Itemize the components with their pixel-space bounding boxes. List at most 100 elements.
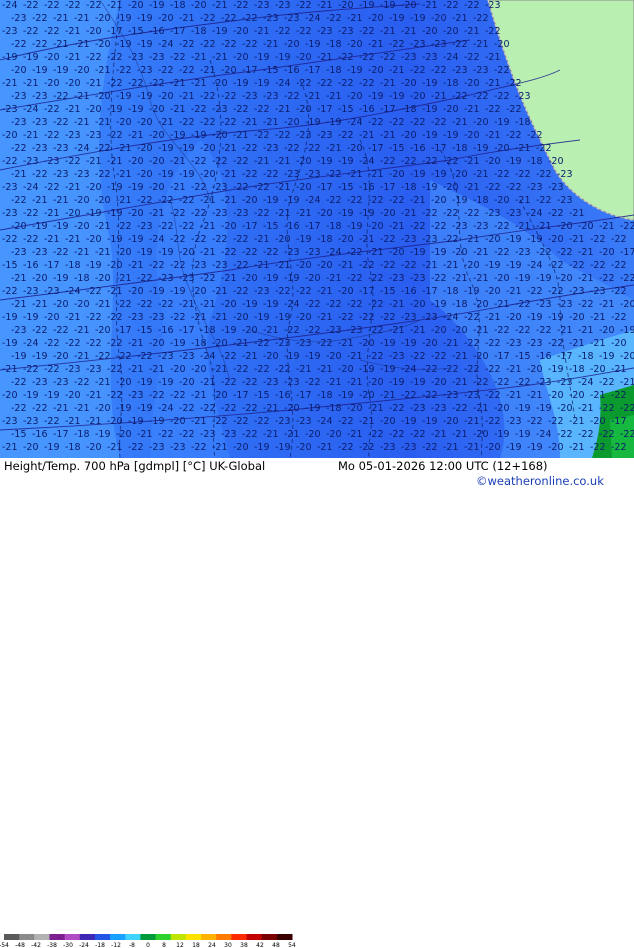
temperature-label: -22 [107, 364, 123, 375]
temperature-label: -23 [11, 247, 27, 258]
temperature-label: -20 [233, 26, 249, 37]
temperature-label: -23 [53, 169, 69, 180]
temperature-label: -20 [296, 312, 312, 323]
temperature-label: -21 [338, 260, 354, 271]
temperature-label: -21 [590, 338, 606, 349]
temperature-label: -22 [401, 260, 417, 271]
temperature-label: -19 [86, 260, 102, 271]
temperature-label: -21 [464, 182, 480, 193]
temperature-label: -20 [305, 429, 321, 440]
temperature-label: -21 [275, 156, 291, 167]
temperature-label: -22 [464, 312, 480, 323]
temperature-label: -22 [359, 442, 375, 453]
temperature-label: -20 [389, 247, 405, 258]
temperature-label: -20 [44, 312, 60, 323]
temperature-label: -20 [401, 0, 417, 11]
temperature-label: -24 [578, 377, 594, 388]
temperature-label: -22 [254, 208, 270, 219]
temperature-label: -23 [473, 221, 489, 232]
temperature-label: -22 [443, 234, 459, 245]
legend-swatch [140, 934, 157, 940]
temperature-label: -19 [116, 13, 132, 24]
temperature-label: -22 [368, 299, 384, 310]
temperature-label: -22 [296, 0, 312, 11]
temperature-label: -21 [389, 65, 405, 76]
temperature-label: -20 [599, 325, 615, 336]
temperature-label: -20 [65, 78, 81, 89]
temperature-label: -19 [338, 156, 354, 167]
temperature-label: -21 [464, 26, 480, 37]
temperature-label: -22 [116, 221, 132, 232]
temperature-label: -20 [569, 390, 585, 401]
temperature-label: -19 [401, 416, 417, 427]
temperature-label: -21 [473, 39, 489, 50]
temperature-label: -21 [107, 0, 123, 11]
temperature-label: -22 [149, 78, 165, 89]
temperature-label: -22 [536, 169, 552, 180]
temperature-label: -19 [506, 234, 522, 245]
temperature-label: -21 [116, 195, 132, 206]
temperature-label: -19 [221, 325, 237, 336]
temperature-label: -22 [254, 182, 270, 193]
temperature-label: -22 [326, 13, 342, 24]
temperature-label: -21 [578, 273, 594, 284]
legend-swatch [94, 934, 111, 940]
temperature-label: -22 [431, 351, 447, 362]
temperature-label: -15 [128, 26, 144, 37]
temperature-label: -22 [620, 403, 634, 414]
temperature-label: -22 [599, 273, 615, 284]
temperature-label: -21 [557, 325, 573, 336]
temperature-label: -21 [95, 377, 111, 388]
temperature-label: -23 [74, 169, 90, 180]
temperature-label: -20 [95, 325, 111, 336]
temperature-label: -19 [53, 221, 69, 232]
temperature-label: -21 [191, 52, 207, 63]
temperature-label: -21 [74, 351, 90, 362]
temperature-label: -19 [233, 78, 249, 89]
temperature-label: -23 [527, 182, 543, 193]
temperature-label: -23 [275, 338, 291, 349]
temperature-label: -21 [263, 429, 279, 440]
temperature-label: -18 [527, 156, 543, 167]
temperature-label: -22 [422, 442, 438, 453]
temperature-label: -23 [179, 351, 195, 362]
temperature-label: -21 [422, 0, 438, 11]
credit-text: ©weatheronline.co.uk [476, 474, 604, 488]
temperature-label: -18 [317, 390, 333, 401]
temperature-label: -20 [128, 208, 144, 219]
temperature-label: -23 [401, 442, 417, 453]
temperature-label: -15 [380, 286, 396, 297]
temperature-label: -23 [338, 26, 354, 37]
temperature-label: -21 [326, 273, 342, 284]
temperature-label: -24 [443, 52, 459, 63]
temperature-label: -20 [485, 286, 501, 297]
temperature-label: -19 [137, 13, 153, 24]
temperature-label: -19 [548, 364, 564, 375]
temperature-label: -16 [149, 26, 165, 37]
temperature-label: -21 [368, 247, 384, 258]
temperature-label: -22 [263, 247, 279, 258]
temperature-label: -20 [149, 130, 165, 141]
temperature-label: -21 [569, 416, 585, 427]
temperature-label: -22 [389, 403, 405, 414]
temperature-label: -23 [536, 299, 552, 310]
temperature-label: -19 [32, 65, 48, 76]
temperature-label: -24 [149, 234, 165, 245]
temperature-label: -22 [590, 442, 606, 453]
temperature-label: -22 [44, 0, 60, 11]
temperature-label: -18 [317, 234, 333, 245]
temperature-label: -22 [296, 286, 312, 297]
temperature-label: -22 [95, 351, 111, 362]
temperature-label: -23 [86, 130, 102, 141]
temperature-label: -22 [233, 234, 249, 245]
temperature-label: -22 [611, 286, 627, 297]
temperature-label: -22 [233, 182, 249, 193]
temperature-label: -20 [494, 403, 510, 414]
temperature-label: -22 [221, 351, 237, 362]
temperature-label: -19 [149, 416, 165, 427]
temperature-label: -19 [410, 13, 426, 24]
temperature-label: -20 [401, 130, 417, 141]
temperature-label: -21 [380, 26, 396, 37]
temperature-label: -19 [380, 364, 396, 375]
temperature-label: -19 [422, 78, 438, 89]
